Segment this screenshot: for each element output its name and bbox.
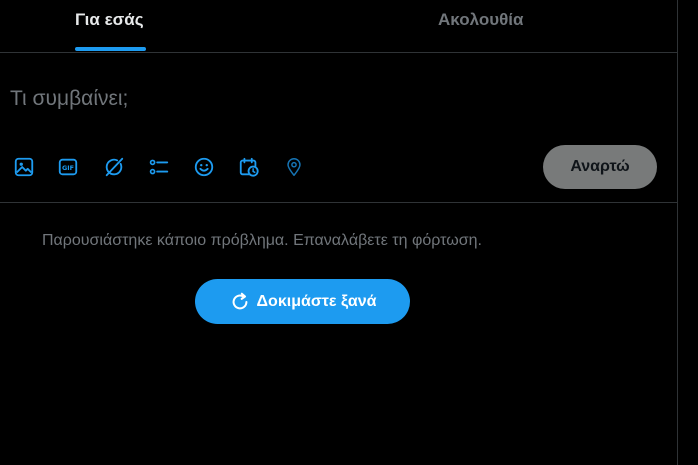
tab-following-label: Ακολουθία bbox=[438, 10, 524, 29]
post-composer: GIF bbox=[0, 53, 677, 203]
retry-button-label: Δοκιμάστε ξανά bbox=[256, 292, 377, 310]
schedule-icon bbox=[239, 157, 259, 177]
tab-for-you-label: Για εσάς bbox=[75, 10, 144, 29]
grok-button[interactable] bbox=[100, 153, 128, 181]
emoji-icon bbox=[194, 157, 214, 177]
column-divider bbox=[677, 0, 678, 465]
timeline-tabs: Για εσάς Ακολουθία bbox=[0, 0, 677, 53]
gif-icon: GIF bbox=[58, 158, 78, 176]
schedule-button[interactable] bbox=[235, 153, 263, 181]
gif-button[interactable]: GIF bbox=[54, 153, 82, 181]
svg-text:GIF: GIF bbox=[62, 164, 74, 172]
grok-icon bbox=[105, 157, 124, 177]
tab-for-you[interactable]: Για εσάς bbox=[0, 0, 338, 52]
media-icon bbox=[14, 157, 34, 177]
refresh-icon bbox=[232, 292, 247, 309]
location-icon bbox=[287, 158, 301, 176]
emoji-button[interactable] bbox=[190, 153, 218, 181]
post-button[interactable]: Αναρτώ bbox=[543, 145, 657, 189]
media-button[interactable] bbox=[10, 153, 38, 181]
active-tab-indicator bbox=[75, 47, 146, 51]
feed-error-message: Παρουσιάστηκε κάποιο πρόβλημα. Επαναλάβε… bbox=[42, 232, 482, 249]
retry-button[interactable]: Δοκιμάστε ξανά bbox=[195, 279, 410, 324]
tab-following[interactable]: Ακολουθία bbox=[338, 0, 677, 52]
poll-button[interactable] bbox=[145, 153, 173, 181]
home-timeline: Για εσάς Ακολουθία GIF bbox=[0, 0, 698, 465]
location-button[interactable] bbox=[280, 153, 308, 181]
poll-icon bbox=[149, 159, 169, 175]
compose-input[interactable] bbox=[10, 83, 630, 115]
